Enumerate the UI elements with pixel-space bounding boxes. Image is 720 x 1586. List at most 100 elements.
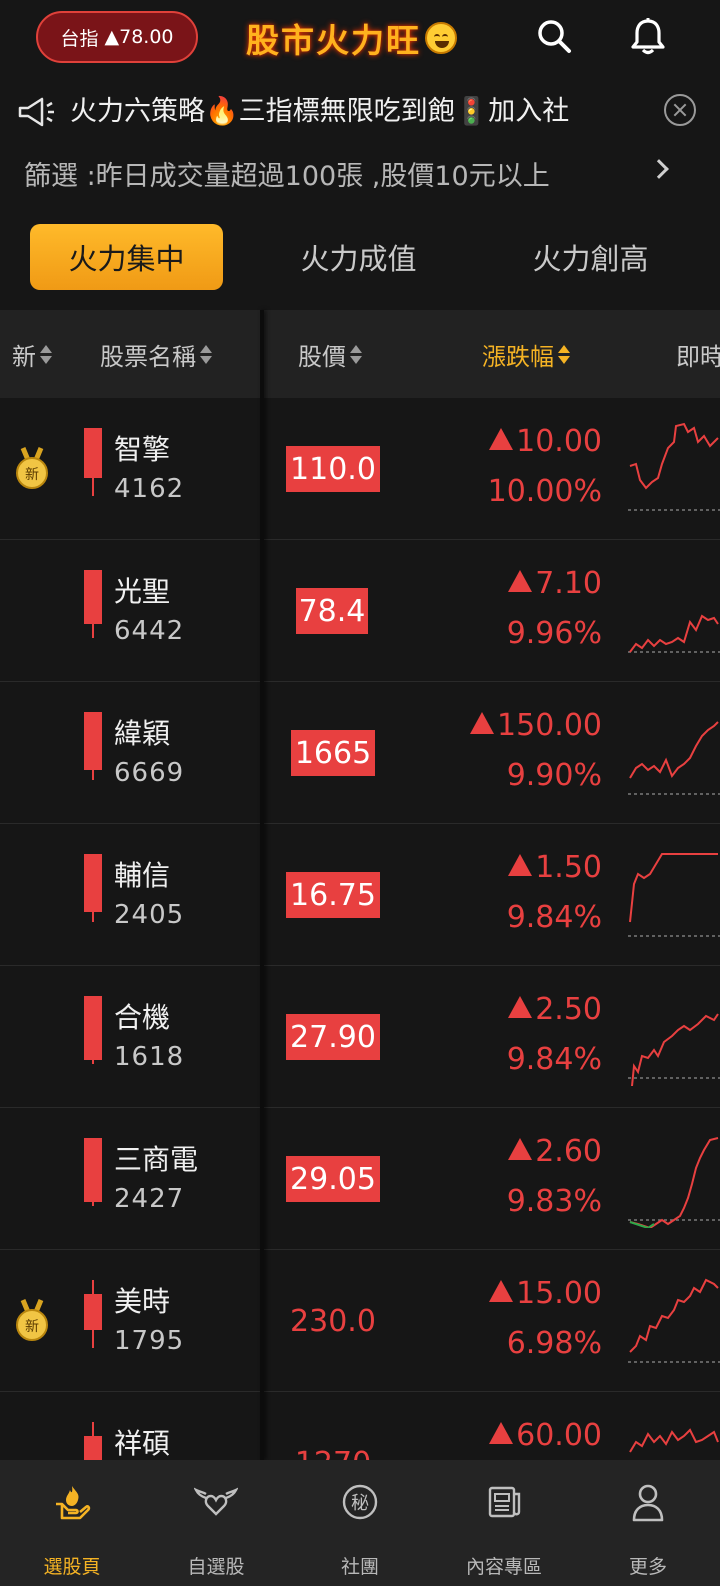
stock-price: 1665 <box>291 730 375 776</box>
nav-stock-picker[interactable]: 選股頁 <box>0 1460 144 1586</box>
stock-price: 27.90 <box>286 1014 380 1060</box>
intraday-sparkline <box>628 1278 720 1363</box>
up-triangle-icon <box>508 996 533 1018</box>
person-icon <box>632 1484 664 1522</box>
intraday-sparkline <box>628 1137 720 1228</box>
table-row[interactable]: 新 美時 1795 230.0 15.00 6.98% <box>0 1250 720 1392</box>
nav-more[interactable]: 更多 <box>576 1460 720 1586</box>
secret-badge-icon: 秘 <box>342 1484 378 1520</box>
stock-name: 美時 <box>114 1285 171 1318</box>
percent-change: 9.83% <box>506 1184 602 1219</box>
price-change: 15.00 <box>489 1276 602 1311</box>
announcement-text[interactable]: 火力六策略🔥三指標無限吃到飽🚦加入社 <box>70 92 650 132</box>
percent-change: 9.84% <box>506 900 602 935</box>
search-button[interactable] <box>532 14 576 58</box>
index-change: ▲78.00 <box>104 26 174 48</box>
svg-text:新: 新 <box>25 1319 39 1335</box>
stock-code: 6442 <box>114 616 185 646</box>
price-change-value: 10.00 <box>516 424 602 459</box>
stock-price: 78.4 <box>296 588 368 634</box>
candlestick-icon <box>84 1138 102 1206</box>
candlestick-icon <box>84 1422 102 1460</box>
nav-community[interactable]: 秘 社團 <box>288 1460 432 1586</box>
header-realtime[interactable]: 即時 <box>676 310 720 398</box>
nav-watchlist[interactable]: 自選股 <box>144 1460 288 1586</box>
index-pill[interactable]: 台指 ▲78.00 <box>36 11 198 63</box>
stock-name: 光聖 <box>114 575 171 608</box>
sort-icon <box>40 342 52 366</box>
table-row[interactable]: 合機 1618 27.90 2.50 9.84% <box>0 966 720 1108</box>
bell-icon <box>631 18 665 55</box>
header-change-label: 漲跌幅 <box>482 342 554 371</box>
nav-content[interactable]: 內容專區 <box>432 1460 576 1586</box>
brand-title: 股市火力旺 <box>246 21 421 60</box>
nav-label: 選股頁 <box>43 1556 101 1578</box>
candlestick-icon <box>84 570 102 638</box>
tab-fire-concentration[interactable]: 火力集中 <box>30 224 223 290</box>
tab-fire-turnover[interactable]: 火力成值 <box>262 224 455 290</box>
table-row[interactable]: 祥碩 1270 60.00 <box>0 1392 720 1460</box>
stock-code: 1618 <box>114 1042 185 1072</box>
percent-change: 10.00% <box>487 474 602 509</box>
percent-change: 6.98% <box>506 1326 602 1361</box>
percent-change: 9.96% <box>506 616 602 651</box>
notification-button[interactable] <box>626 14 670 58</box>
stock-name: 智擎 <box>114 433 171 466</box>
price-change-value: 60.00 <box>516 1418 602 1453</box>
header-name[interactable]: 股票名稱 <box>100 310 212 398</box>
price-change-value: 2.50 <box>535 992 602 1027</box>
announcement-bar[interactable]: 火力六策略🔥三指標無限吃到飽🚦加入社 <box>0 82 720 142</box>
header-new[interactable]: 新 <box>12 310 52 398</box>
chevron-right-icon[interactable] <box>649 159 669 179</box>
stock-code: 6669 <box>114 758 185 788</box>
up-triangle-icon <box>508 1138 533 1160</box>
stock-name: 三商電 <box>114 1143 199 1176</box>
filter-row[interactable]: 篩選 :昨日成交量超過100張 ,股價10元以上 <box>24 148 704 198</box>
header-change[interactable]: 漲跌幅 <box>482 310 570 398</box>
new-medal-icon: 新 <box>13 446 51 490</box>
stock-name: 輔信 <box>114 859 171 892</box>
sort-icon <box>350 342 362 366</box>
tab-fire-new-high[interactable]: 火力創高 <box>494 224 687 290</box>
stock-code: 2405 <box>114 900 185 930</box>
price-change: 10.00 <box>489 424 602 459</box>
stock-code: 2427 <box>114 1184 185 1214</box>
stock-price: 16.75 <box>286 872 380 918</box>
svg-text:新: 新 <box>25 467 39 483</box>
new-medal-icon: 新 <box>13 1298 51 1342</box>
price-change-value: 1.50 <box>535 850 602 885</box>
up-triangle-icon <box>508 570 533 592</box>
close-announcement-icon[interactable] <box>664 94 696 126</box>
up-triangle-icon <box>489 428 514 450</box>
price-change-value: 150.00 <box>497 708 602 743</box>
hand-flame-icon <box>56 1486 91 1520</box>
price-change: 150.00 <box>470 708 602 743</box>
nav-label: 自選股 <box>187 1556 245 1578</box>
stock-price: 1270 <box>291 1440 375 1461</box>
price-change-value: 15.00 <box>516 1276 602 1311</box>
candlestick-icon <box>84 1280 102 1348</box>
svg-text:秘: 秘 <box>351 1493 369 1514</box>
frozen-column-divider <box>260 310 264 1460</box>
table-row[interactable]: 新 智擎 4162 110.0 10.00 10.00% <box>0 398 720 540</box>
nav-label: 社團 <box>340 1556 379 1578</box>
table-row[interactable]: 輔信 2405 16.75 1.50 9.84% <box>0 824 720 966</box>
price-change-value: 2.60 <box>535 1134 602 1169</box>
stock-code: 1795 <box>114 1326 185 1356</box>
price-change-value: 7.10 <box>535 566 602 601</box>
header-price[interactable]: 股價 <box>298 310 362 398</box>
price-change: 1.50 <box>508 850 602 885</box>
stock-name: 祥碩 <box>114 1427 171 1460</box>
nav-label: 更多 <box>628 1556 667 1578</box>
newspaper-icon <box>488 1486 521 1518</box>
up-triangle-icon <box>508 854 533 876</box>
price-change: 2.60 <box>508 1134 602 1169</box>
up-triangle-icon <box>489 1422 514 1444</box>
table-row[interactable]: 光聖 6442 78.4 7.10 9.96% <box>0 540 720 682</box>
table-row[interactable]: 緯穎 6669 1665 150.00 9.90% <box>0 682 720 824</box>
percent-change: 9.90% <box>506 758 602 793</box>
header-price-label: 股價 <box>298 342 346 371</box>
table-row[interactable]: 三商電 2427 29.05 2.60 9.83% <box>0 1108 720 1250</box>
strategy-tabs: 火力集中 火力成值 火力創高 <box>0 224 720 290</box>
up-triangle-icon <box>489 1280 514 1302</box>
